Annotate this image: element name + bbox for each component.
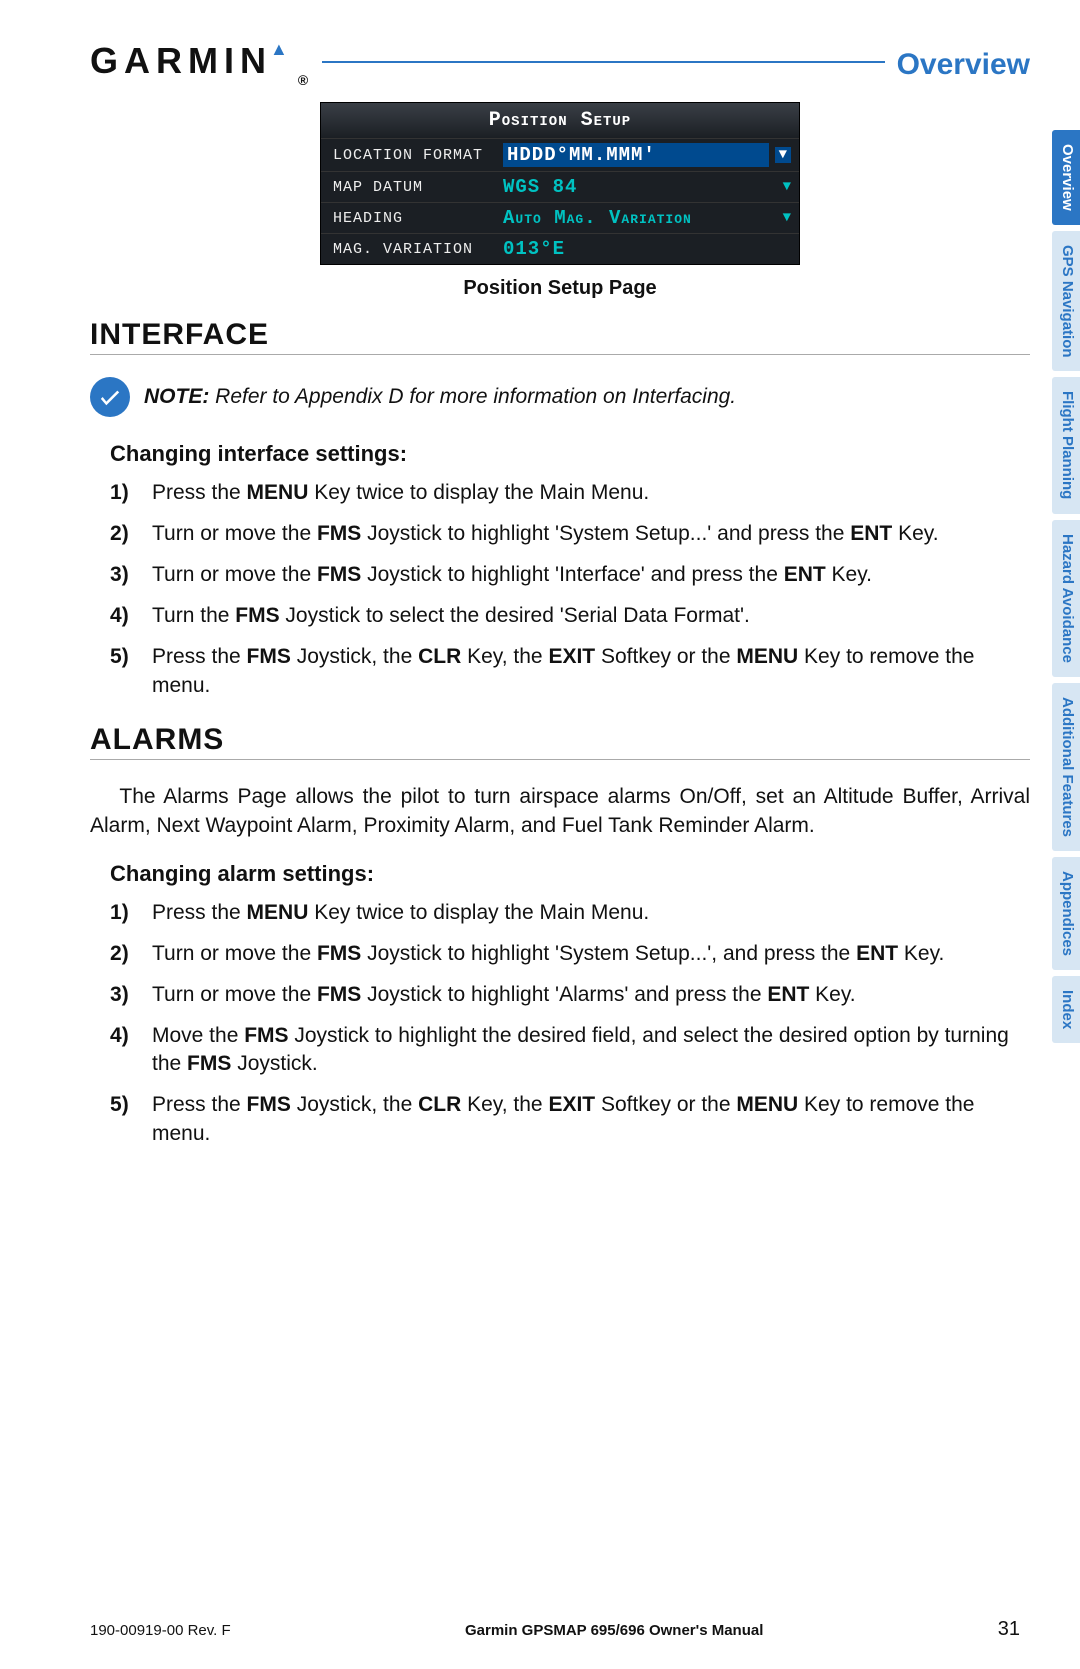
footer-title: Garmin GPSMAP 695/696 Owner's Manual xyxy=(231,1622,998,1639)
interface-steps: Press the MENU Key twice to display the … xyxy=(110,479,1030,701)
step-item: Turn or move the FMS Joystick to highlig… xyxy=(110,981,1030,1010)
step-item: Press the MENU Key twice to display the … xyxy=(110,899,1030,928)
alarms-subhead: Changing alarm settings: xyxy=(110,861,1030,887)
page-footer: 190-00919-00 Rev. F Garmin GPSMAP 695/69… xyxy=(90,1618,1020,1641)
step-item: Press the FMS Joystick, the CLR Key, the… xyxy=(110,1091,1030,1149)
section-label: Overview xyxy=(897,48,1030,82)
chevron-down-icon: ▼ xyxy=(783,179,791,195)
page-header: GARMIN▲® Overview xyxy=(90,40,1030,82)
garmin-logo: GARMIN▲® xyxy=(90,40,312,82)
screenshot-rows: LOCATION FORMATHDDD°MM.MMM'▼MAP DATUMWGS… xyxy=(321,138,799,264)
row-value: Auto Mag. Variation xyxy=(503,207,777,229)
note-text: NOTE: Refer to Appendix D for more infor… xyxy=(144,385,736,409)
tab-gps-navigation[interactable]: GPS Navigation xyxy=(1052,231,1080,372)
brand-text: GARMIN xyxy=(90,40,272,82)
header-rule xyxy=(322,61,884,63)
note-label: NOTE: xyxy=(144,385,209,408)
tab-appendices[interactable]: Appendices xyxy=(1052,857,1080,970)
screenshot-row: MAP DATUMWGS 84 ▼ xyxy=(321,171,799,202)
row-value: WGS 84 xyxy=(503,176,777,198)
alarms-body: The Alarms Page allows the pilot to turn… xyxy=(90,782,1030,841)
chevron-down-icon: ▼ xyxy=(775,147,791,163)
step-item: Press the MENU Key twice to display the … xyxy=(110,479,1030,508)
screenshot-row: HEADINGAuto Mag. Variation ▼ xyxy=(321,202,799,233)
position-setup-screenshot: Position Setup LOCATION FORMATHDDD°MM.MM… xyxy=(320,102,800,265)
step-item: Turn or move the FMS Joystick to highlig… xyxy=(110,520,1030,549)
step-item: Turn or move the FMS Joystick to highlig… xyxy=(110,940,1030,969)
interface-subhead: Changing interface settings: xyxy=(110,441,1030,467)
tab-additional-features[interactable]: Additional Features xyxy=(1052,683,1080,851)
row-label: HEADING xyxy=(333,210,503,227)
side-tabs: Overview GPS Navigation Flight Planning Haz… xyxy=(1052,130,1080,1049)
row-value: 013°E xyxy=(503,238,791,260)
note-block: NOTE: Refer to Appendix D for more infor… xyxy=(90,377,1030,417)
note-body: Refer to Appendix D for more information… xyxy=(209,385,736,408)
row-label: LOCATION FORMAT xyxy=(333,147,503,164)
interface-heading: INTERFACE xyxy=(90,318,1030,355)
step-item: Turn or move the FMS Joystick to highlig… xyxy=(110,561,1030,590)
alarms-steps: Press the MENU Key twice to display the … xyxy=(110,899,1030,1150)
screenshot-title: Position Setup xyxy=(321,103,799,138)
screenshot-caption: Position Setup Page xyxy=(90,277,1030,300)
row-label: MAP DATUM xyxy=(333,179,503,196)
row-value: HDDD°MM.MMM' xyxy=(503,143,769,167)
screenshot-row: LOCATION FORMATHDDD°MM.MMM' ▼ xyxy=(321,138,799,171)
registered-mark: ® xyxy=(298,72,314,88)
delta-icon: ▲ xyxy=(270,39,294,60)
row-label: MAG. VARIATION xyxy=(333,241,503,258)
note-icon xyxy=(90,377,130,417)
tab-index[interactable]: Index xyxy=(1052,976,1080,1043)
alarms-heading: ALARMS xyxy=(90,723,1030,760)
step-item: Press the FMS Joystick, the CLR Key, the… xyxy=(110,643,1030,701)
footer-rev: 190-00919-00 Rev. F xyxy=(90,1622,231,1639)
step-item: Turn the FMS Joystick to select the desi… xyxy=(110,602,1030,631)
tab-overview[interactable]: Overview xyxy=(1052,130,1080,225)
tab-flight-planning[interactable]: Flight Planning xyxy=(1052,377,1080,513)
step-item: Move the FMS Joystick to highlight the d… xyxy=(110,1022,1030,1080)
footer-page: 31 xyxy=(998,1618,1020,1641)
tab-hazard-avoidance[interactable]: Hazard Avoidance xyxy=(1052,520,1080,677)
screenshot-row: MAG. VARIATION013°E xyxy=(321,233,799,264)
chevron-down-icon: ▼ xyxy=(783,210,791,226)
